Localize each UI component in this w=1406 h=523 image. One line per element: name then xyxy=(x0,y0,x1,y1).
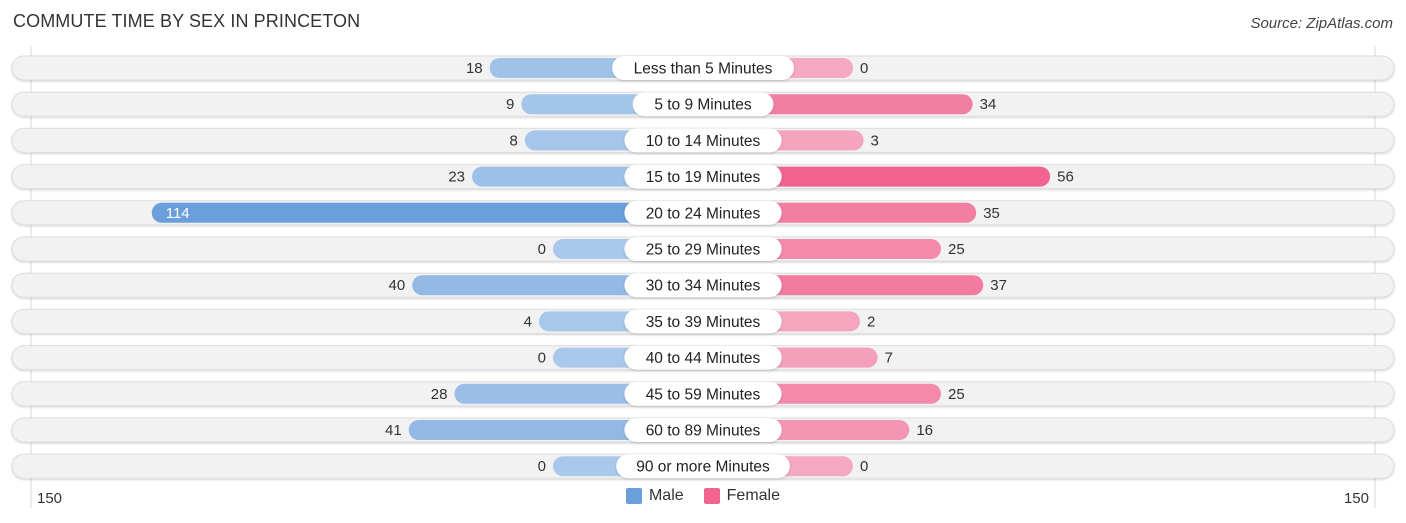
legend-item-female: Female xyxy=(703,487,781,505)
chart-area: Less than 5 Minutes18 05 to 9 Minutes9 341… xyxy=(11,46,1395,508)
category-label: 30 to 34 Minutes xyxy=(646,278,761,295)
bar-male xyxy=(151,202,704,223)
value-label-female: 0 xyxy=(860,60,868,77)
value-label-male: 8 xyxy=(509,132,517,149)
category-label: Less than 5 Minutes xyxy=(634,61,773,78)
category-label: 60 to 89 Minutes xyxy=(646,423,761,440)
row-4: 20 to 24 Minutes 114 35 xyxy=(11,200,1395,226)
value-label-female: 25 xyxy=(948,386,965,403)
value-label-female: 2 xyxy=(867,313,875,330)
category-label: 45 to 59 Minutes xyxy=(646,386,761,403)
value-label-male: 23 xyxy=(448,169,465,186)
row-2: 10 to 14 Minutes 8 3 xyxy=(11,127,1395,153)
value-label-female: 0 xyxy=(860,458,868,475)
value-label-female: 35 xyxy=(983,205,1000,222)
value-label-male: 4 xyxy=(524,313,532,330)
legend-item-male: Male xyxy=(625,487,684,505)
row-7: 35 to 39 Minutes 4 2 xyxy=(11,308,1395,334)
value-label-male: 41 xyxy=(385,422,402,439)
value-label-female: 37 xyxy=(990,277,1007,294)
value-label-male: 0 xyxy=(538,241,546,258)
value-label-male: 0 xyxy=(538,458,546,475)
value-label-male: 18 xyxy=(466,60,483,77)
category-label: 25 to 29 Minutes xyxy=(646,242,761,259)
value-label-male: 9 xyxy=(506,96,514,113)
row-5: 25 to 29 Minutes 0 25 xyxy=(11,236,1395,262)
category-label: 35 to 39 Minutes xyxy=(646,314,761,331)
row-11: 90 or more Minutes 0 0 xyxy=(11,453,1395,479)
value-label-female: 34 xyxy=(980,96,997,113)
legend-label-male: Male xyxy=(648,487,684,504)
value-label-male: 28 xyxy=(431,386,448,403)
category-label: 40 to 44 Minutes xyxy=(646,350,761,367)
legend: Male Female xyxy=(0,487,1406,505)
row-0: Less than 5 Minutes 18 0 xyxy=(11,55,1395,81)
value-label-male: 0 xyxy=(538,350,546,367)
category-label: 15 to 19 Minutes xyxy=(646,169,761,186)
value-label-female: 56 xyxy=(1057,169,1074,186)
value-label-female: 25 xyxy=(948,241,965,258)
value-label-male: 114 xyxy=(166,205,190,222)
category-label: 5 to 9 Minutes xyxy=(654,97,752,114)
legend-label-female: Female xyxy=(726,487,781,504)
legend-swatch-male xyxy=(625,488,642,504)
legend-swatch-female xyxy=(703,488,720,504)
value-label-female: 16 xyxy=(916,422,933,439)
value-label-female: 7 xyxy=(885,350,893,367)
row-3: 15 to 19 Minutes 23 56 xyxy=(11,164,1395,190)
value-label-male: 40 xyxy=(389,277,406,294)
row-1: 5 to 9 Minutes 9 34 xyxy=(11,91,1395,117)
row-6: 30 to 34 Minutes 40 37 xyxy=(11,272,1395,298)
value-label-female: 3 xyxy=(871,132,879,149)
category-label: 20 to 24 Minutes xyxy=(646,205,761,222)
row-10: 60 to 89 Minutes 41 16 xyxy=(11,417,1395,443)
category-label: 90 or more Minutes xyxy=(636,459,770,476)
row-9: 45 to 59 Minutes 28 25 xyxy=(11,381,1395,407)
row-8: 40 to 44 Minutes 0 7 xyxy=(11,345,1395,371)
category-label: 10 to 14 Minutes xyxy=(646,133,761,150)
